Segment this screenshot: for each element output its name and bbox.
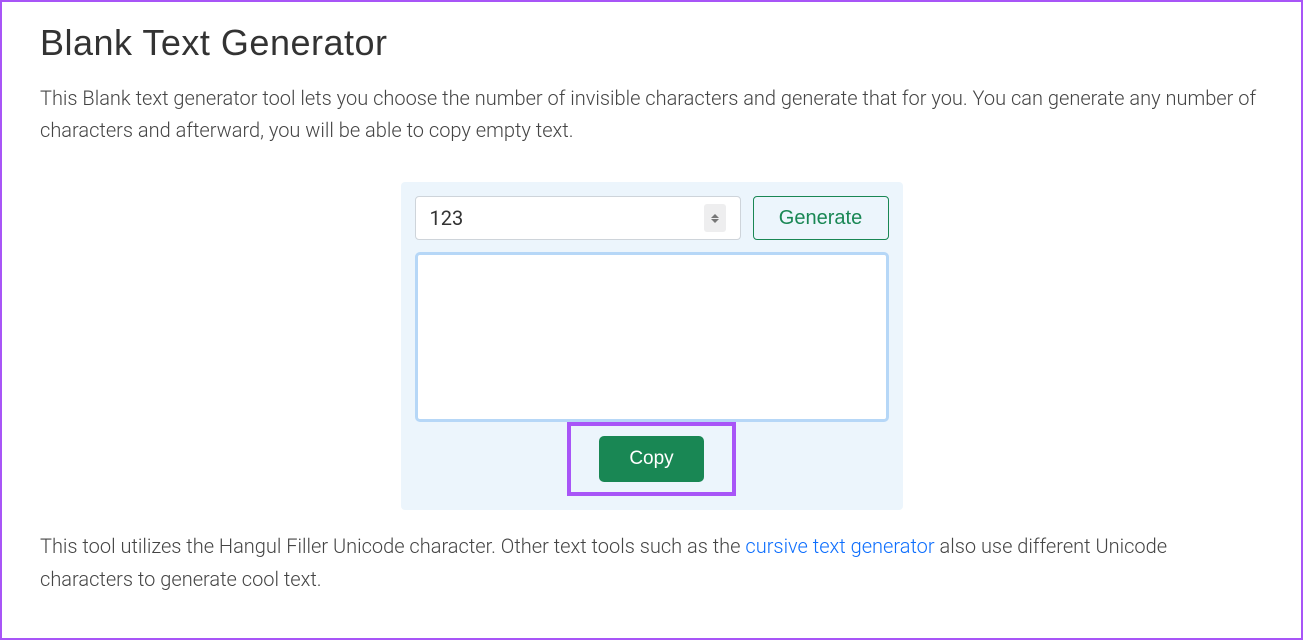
number-stepper[interactable] <box>704 204 726 232</box>
count-input[interactable]: 123 <box>415 196 741 240</box>
chevron-down-icon[interactable] <box>711 219 719 223</box>
generator-panel: 123 Generate Copy <box>401 182 903 510</box>
copy-row: Copy <box>415 422 889 496</box>
generate-button[interactable]: Generate <box>753 196 889 240</box>
footer-paragraph: This tool utilizes the Hangul Filler Uni… <box>40 530 1263 596</box>
cursive-text-generator-link[interactable]: cursive text generator <box>745 534 934 558</box>
input-row: 123 Generate <box>415 196 889 240</box>
footer-text-before: This tool utilizes the Hangul Filler Uni… <box>40 534 745 558</box>
copy-button[interactable]: Copy <box>599 436 703 482</box>
page-heading: Blank Text Generator <box>40 22 1263 64</box>
chevron-up-icon[interactable] <box>711 214 719 218</box>
output-textarea[interactable] <box>415 252 889 422</box>
copy-highlight-box: Copy <box>567 422 735 496</box>
count-value: 123 <box>430 206 464 230</box>
intro-paragraph: This Blank text generator tool lets you … <box>40 82 1263 146</box>
